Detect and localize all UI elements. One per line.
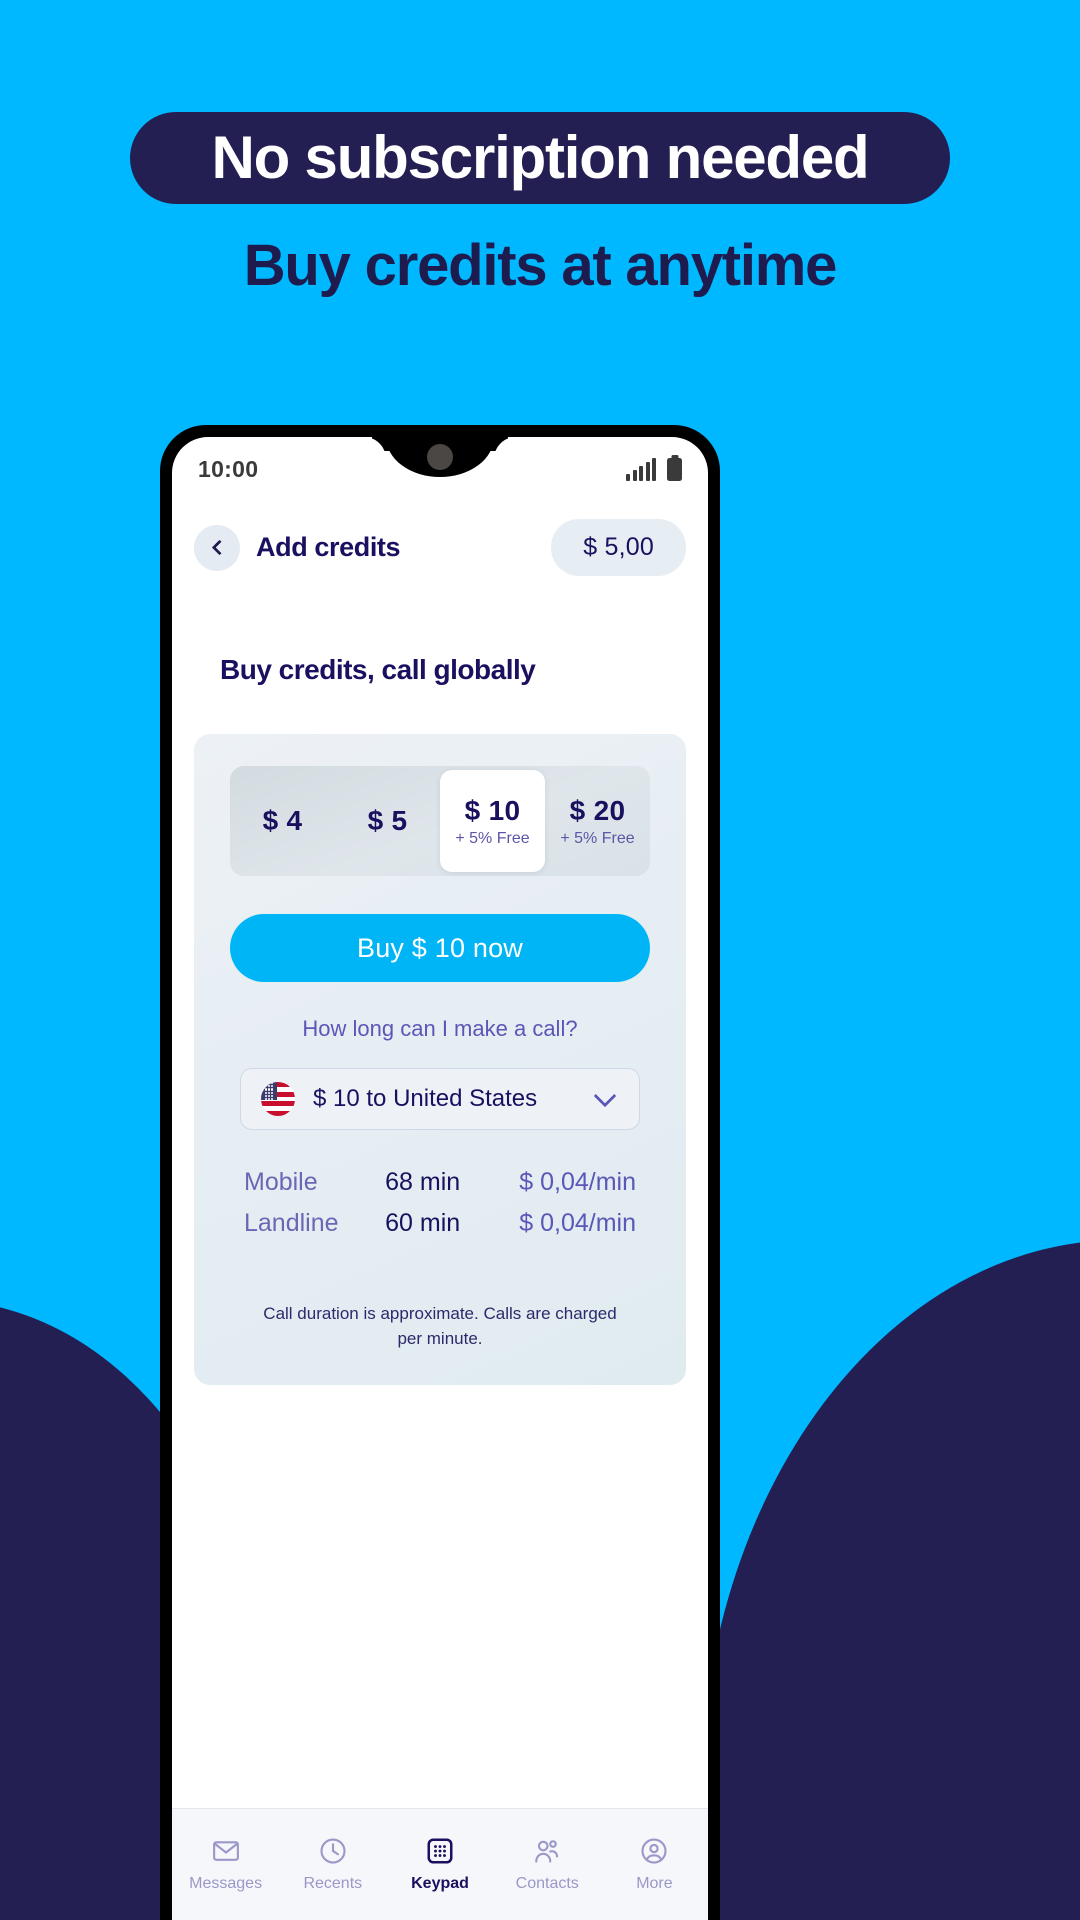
promo-block: No subscription needed Buy credits at an…: [0, 0, 1080, 299]
phone-screen: 10:00 Add credits $ 5,00 Buy credits, ca…: [172, 437, 708, 1920]
nav-label: Recents: [303, 1875, 363, 1892]
rate-duration: 60 min: [385, 1209, 461, 1237]
account-circle-icon: [641, 1838, 667, 1864]
chevron-down-icon: [593, 1084, 617, 1108]
nav-label: Keypad: [411, 1875, 469, 1892]
front-camera: [427, 444, 453, 470]
buy-now-button[interactable]: Buy $ 10 now: [230, 914, 650, 982]
rates-table: Mobile 68 min $ 0,04/min Landline 60 min…: [244, 1168, 636, 1238]
table-row: Landline 60 min $ 0,04/min: [244, 1209, 636, 1238]
rate-price: $ 0,04/min: [519, 1168, 636, 1196]
battery-full-icon: [667, 457, 682, 481]
amount-option-5[interactable]: $ 5: [335, 766, 440, 876]
status-icons: [626, 457, 682, 481]
envelope-icon: [212, 1841, 239, 1861]
main-content: Buy credits, call globally $ 4 $ 5 $ 10 …: [172, 576, 708, 1808]
table-row: Mobile 68 min $ 0,04/min: [244, 1168, 636, 1197]
country-dropdown[interactable]: $ 10 to United States: [240, 1068, 640, 1130]
chevron-left-icon: [211, 539, 227, 556]
amount-option-4[interactable]: $ 4: [230, 766, 335, 876]
amount-value: $ 5: [367, 805, 408, 836]
nav-label: Messages: [189, 1875, 263, 1892]
disclaimer-text: Call duration is approximate. Calls are …: [263, 1304, 617, 1348]
amount-selector[interactable]: $ 4 $ 5 $ 10 + 5% Free $ 20 + 5% Free: [230, 766, 650, 876]
amount-bonus: + 5% Free: [560, 829, 635, 847]
rate-price: $ 0,04/min: [519, 1209, 636, 1237]
rate-type: Landline: [244, 1209, 339, 1237]
nav-item-keypad[interactable]: Keypad: [386, 1836, 493, 1893]
signal-bars-icon: [626, 457, 656, 481]
amount-value: $ 4: [262, 805, 303, 836]
bottom-navigation: Messages Recents Keypad Contacts More: [172, 1808, 708, 1920]
promo-headline: No subscription needed: [211, 124, 869, 191]
app-header: Add credits $ 5,00: [172, 501, 708, 576]
clock-icon: [320, 1838, 346, 1864]
amount-option-10[interactable]: $ 10 + 5% Free: [440, 770, 545, 872]
page-title: Add credits: [256, 532, 401, 562]
amount-value: $ 10: [464, 794, 521, 826]
nav-item-contacts[interactable]: Contacts: [494, 1836, 601, 1893]
balance-badge[interactable]: $ 5,00: [551, 519, 686, 576]
us-flag-icon: [261, 1082, 295, 1116]
rate-type: Mobile: [244, 1168, 318, 1196]
contacts-icon: [535, 1840, 559, 1863]
keypad-icon: [427, 1838, 453, 1864]
phone-mockup: 10:00 Add credits $ 5,00 Buy credits, ca…: [160, 425, 720, 1920]
amount-option-20[interactable]: $ 20 + 5% Free: [545, 766, 650, 876]
nav-item-recents[interactable]: Recents: [279, 1836, 386, 1893]
status-time: 10:00: [198, 455, 259, 482]
promo-subheadline: Buy credits at anytime: [243, 233, 838, 298]
rate-duration: 68 min: [385, 1168, 461, 1196]
nav-label: Contacts: [515, 1875, 579, 1892]
section-title: Buy credits, call globally: [220, 654, 536, 685]
amount-value: $ 20: [569, 794, 626, 826]
nav-label: More: [636, 1875, 673, 1892]
back-button[interactable]: [194, 524, 240, 571]
nav-item-more[interactable]: More: [601, 1836, 708, 1893]
purchase-card: $ 4 $ 5 $ 10 + 5% Free $ 20 + 5% Free Bu…: [194, 734, 686, 1386]
nav-item-messages[interactable]: Messages: [172, 1836, 279, 1893]
promo-headline-pill: No subscription needed: [130, 112, 950, 204]
amount-bonus: + 5% Free: [455, 829, 530, 847]
how-long-link[interactable]: How long can I make a call?: [216, 1016, 664, 1042]
country-dropdown-label: $ 10 to United States: [313, 1085, 538, 1112]
